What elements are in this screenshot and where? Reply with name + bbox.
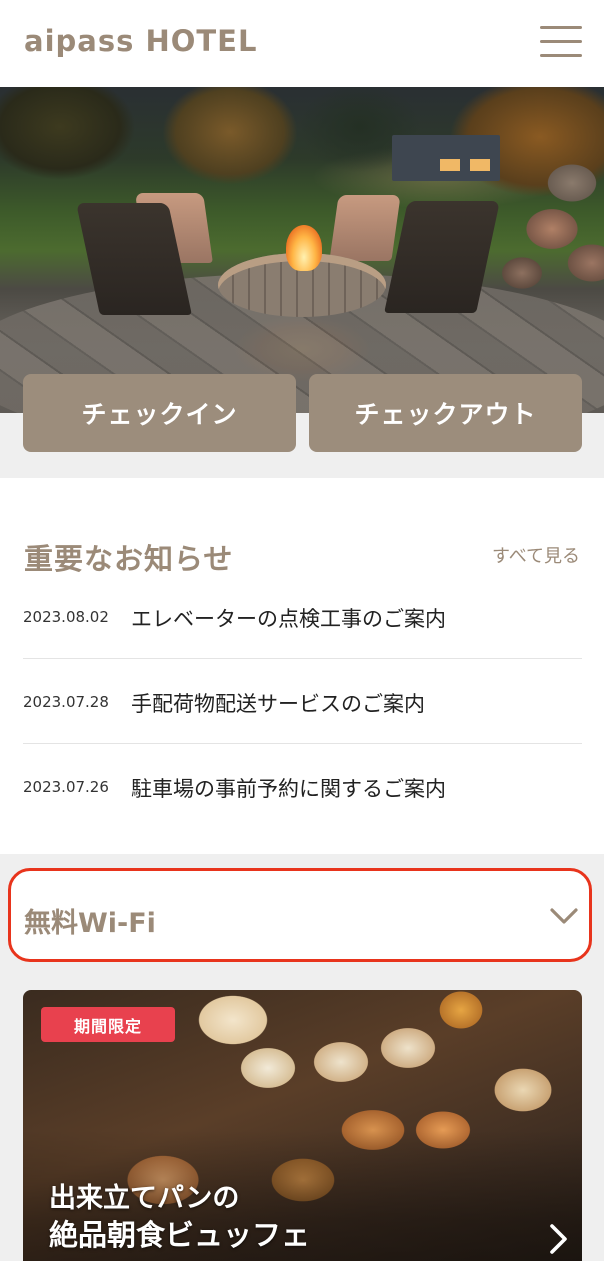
menu-bar-top — [540, 26, 582, 29]
promo-title-line2: 絶品朝食ビュッフェ — [49, 1218, 311, 1252]
page: aipass HOTEL チェックイン チェックアウト 重要なお知らせ すべて見… — [0, 0, 604, 1261]
notice-date: 2023.07.26 — [23, 778, 109, 796]
hero-image — [0, 87, 604, 413]
checkin-button[interactable]: チェックイン — [23, 374, 296, 452]
checkout-button[interactable]: チェックアウト — [309, 374, 582, 452]
hero-fire — [286, 225, 322, 271]
promo-title-line1: 出来立てパンの — [49, 1183, 240, 1214]
notice-title: エレベーターの点検工事のご案内 — [131, 607, 446, 631]
notice-title: 駐車場の事前予約に関するご案内 — [131, 777, 446, 801]
wifi-accordion[interactable]: 無料Wi-Fi — [8, 868, 592, 962]
limited-time-badge: 期間限定 — [41, 1007, 175, 1042]
hero-chair — [329, 195, 401, 261]
brand-logo[interactable]: aipass HOTEL — [24, 24, 257, 58]
notice-item[interactable]: 2023.07.26 駐車場の事前予約に関するご案内 — [23, 745, 582, 829]
notice-item[interactable]: 2023.07.28 手配荷物配送サービスのご案内 — [23, 660, 582, 744]
menu-bar-bottom — [540, 54, 582, 57]
header: aipass HOTEL — [0, 0, 604, 87]
notices-title: 重要なお知らせ — [24, 542, 234, 576]
breakfast-promo-card[interactable]: 期間限定 出来立てパンの 絶品朝食ビュッフェ — [23, 990, 582, 1261]
notice-item[interactable]: 2023.08.02 エレベーターの点検工事のご案内 — [23, 575, 582, 659]
notice-date: 2023.08.02 — [23, 608, 109, 626]
chevron-down-icon — [550, 908, 578, 924]
menu-bar-middle — [540, 40, 582, 43]
wifi-label: 無料Wi-Fi — [24, 908, 156, 939]
notices-section: 重要なお知らせ すべて見る 2023.08.02 エレベーターの点検工事のご案内… — [0, 478, 604, 854]
hamburger-menu-icon[interactable] — [540, 24, 582, 60]
chevron-right-icon — [550, 1224, 567, 1254]
see-all-link[interactable]: すべて見る — [492, 542, 580, 568]
notice-title: 手配荷物配送サービスのご案内 — [131, 692, 425, 716]
notice-date: 2023.07.28 — [23, 693, 109, 711]
hero-house — [392, 135, 500, 181]
hero-rocks — [492, 151, 604, 301]
